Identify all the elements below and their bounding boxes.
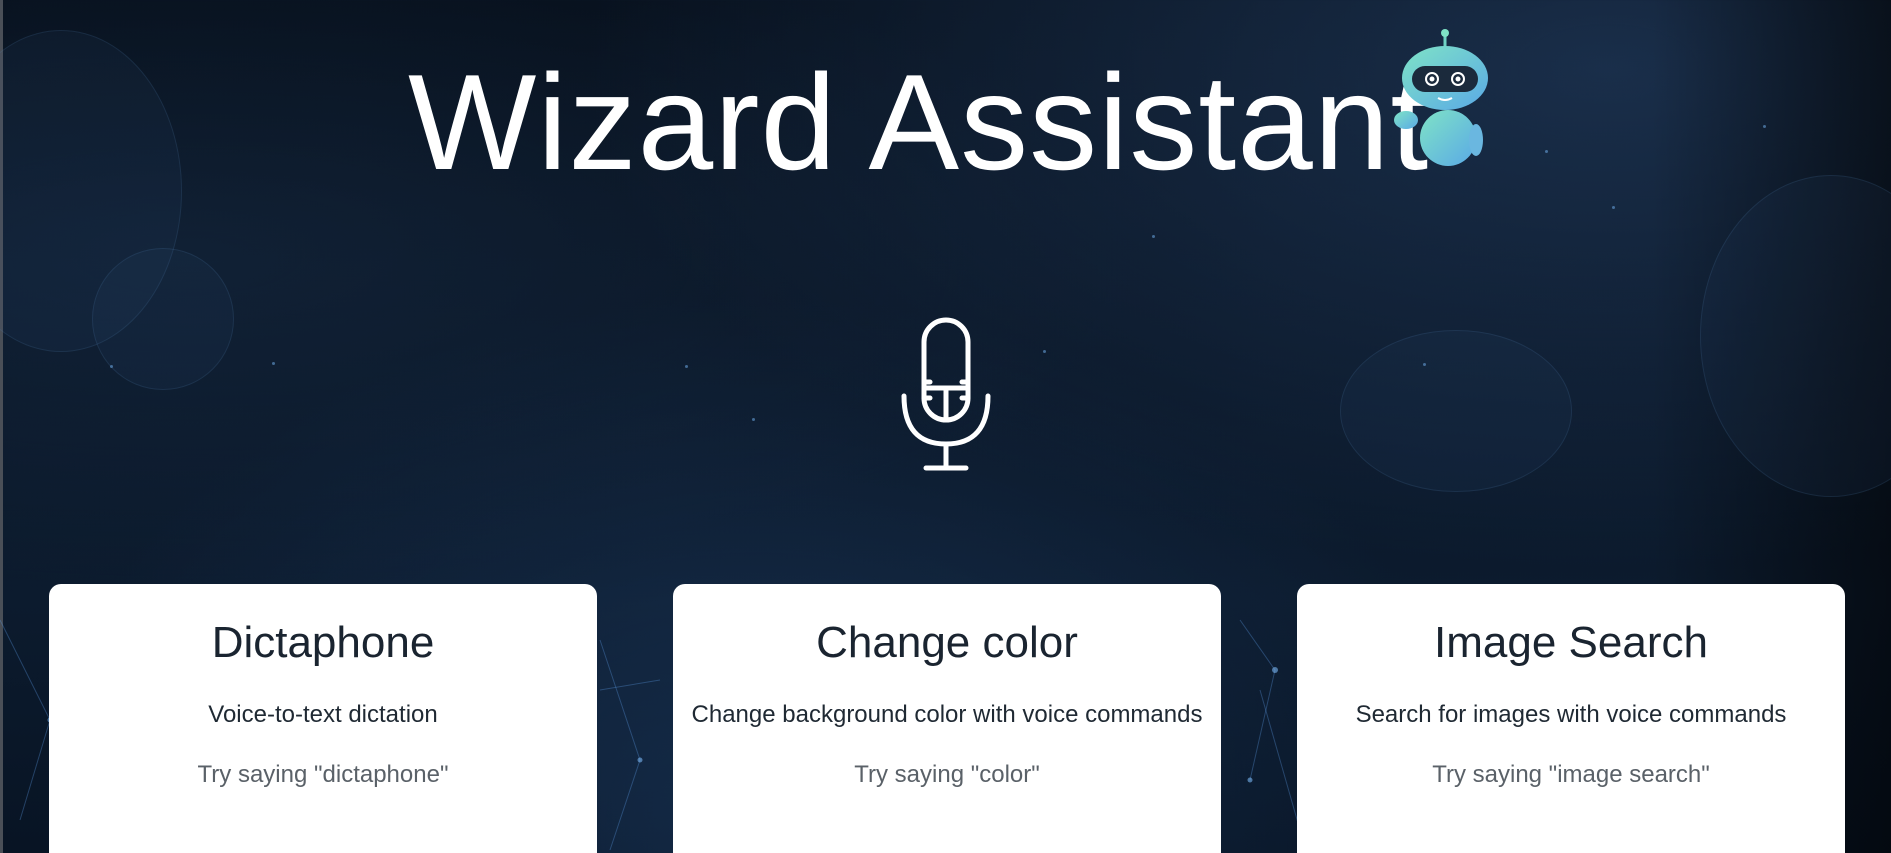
feature-card-change-color[interactable]: Change color Change background color wit… <box>673 584 1221 853</box>
background-particle <box>685 365 688 368</box>
background-bokeh <box>1340 330 1572 492</box>
page-title: Wizard Assistant <box>408 46 1430 198</box>
card-hint: Try saying "image search" <box>1432 761 1710 788</box>
card-hint: Try saying "color" <box>854 761 1040 788</box>
robot-mascot-icon <box>1394 29 1488 166</box>
card-hint: Try saying "dictaphone" <box>197 761 449 788</box>
background-particle <box>752 418 755 421</box>
feature-card-dictaphone[interactable]: Dictaphone Voice-to-text dictation Try s… <box>49 584 597 853</box>
card-description: Voice-to-text dictation <box>208 701 438 728</box>
background-particle <box>1612 206 1615 209</box>
background-particle <box>272 362 275 365</box>
background-particle <box>110 365 113 368</box>
feature-card-image-search[interactable]: Image Search Search for images with voic… <box>1297 584 1845 853</box>
card-description: Change background color with voice comma… <box>691 701 1203 728</box>
card-title: Dictaphone <box>211 618 435 667</box>
background-particle <box>1423 363 1426 366</box>
background-particle <box>1043 350 1046 353</box>
card-title: Image Search <box>1434 618 1708 667</box>
background-particle <box>1152 235 1155 238</box>
card-description: Search for images with voice commands <box>1355 701 1787 728</box>
background-bokeh <box>92 248 234 390</box>
background-particle <box>1763 125 1766 128</box>
card-title: Change color <box>816 618 1078 667</box>
background-particle <box>1545 150 1548 153</box>
microphone-icon[interactable] <box>900 316 992 472</box>
